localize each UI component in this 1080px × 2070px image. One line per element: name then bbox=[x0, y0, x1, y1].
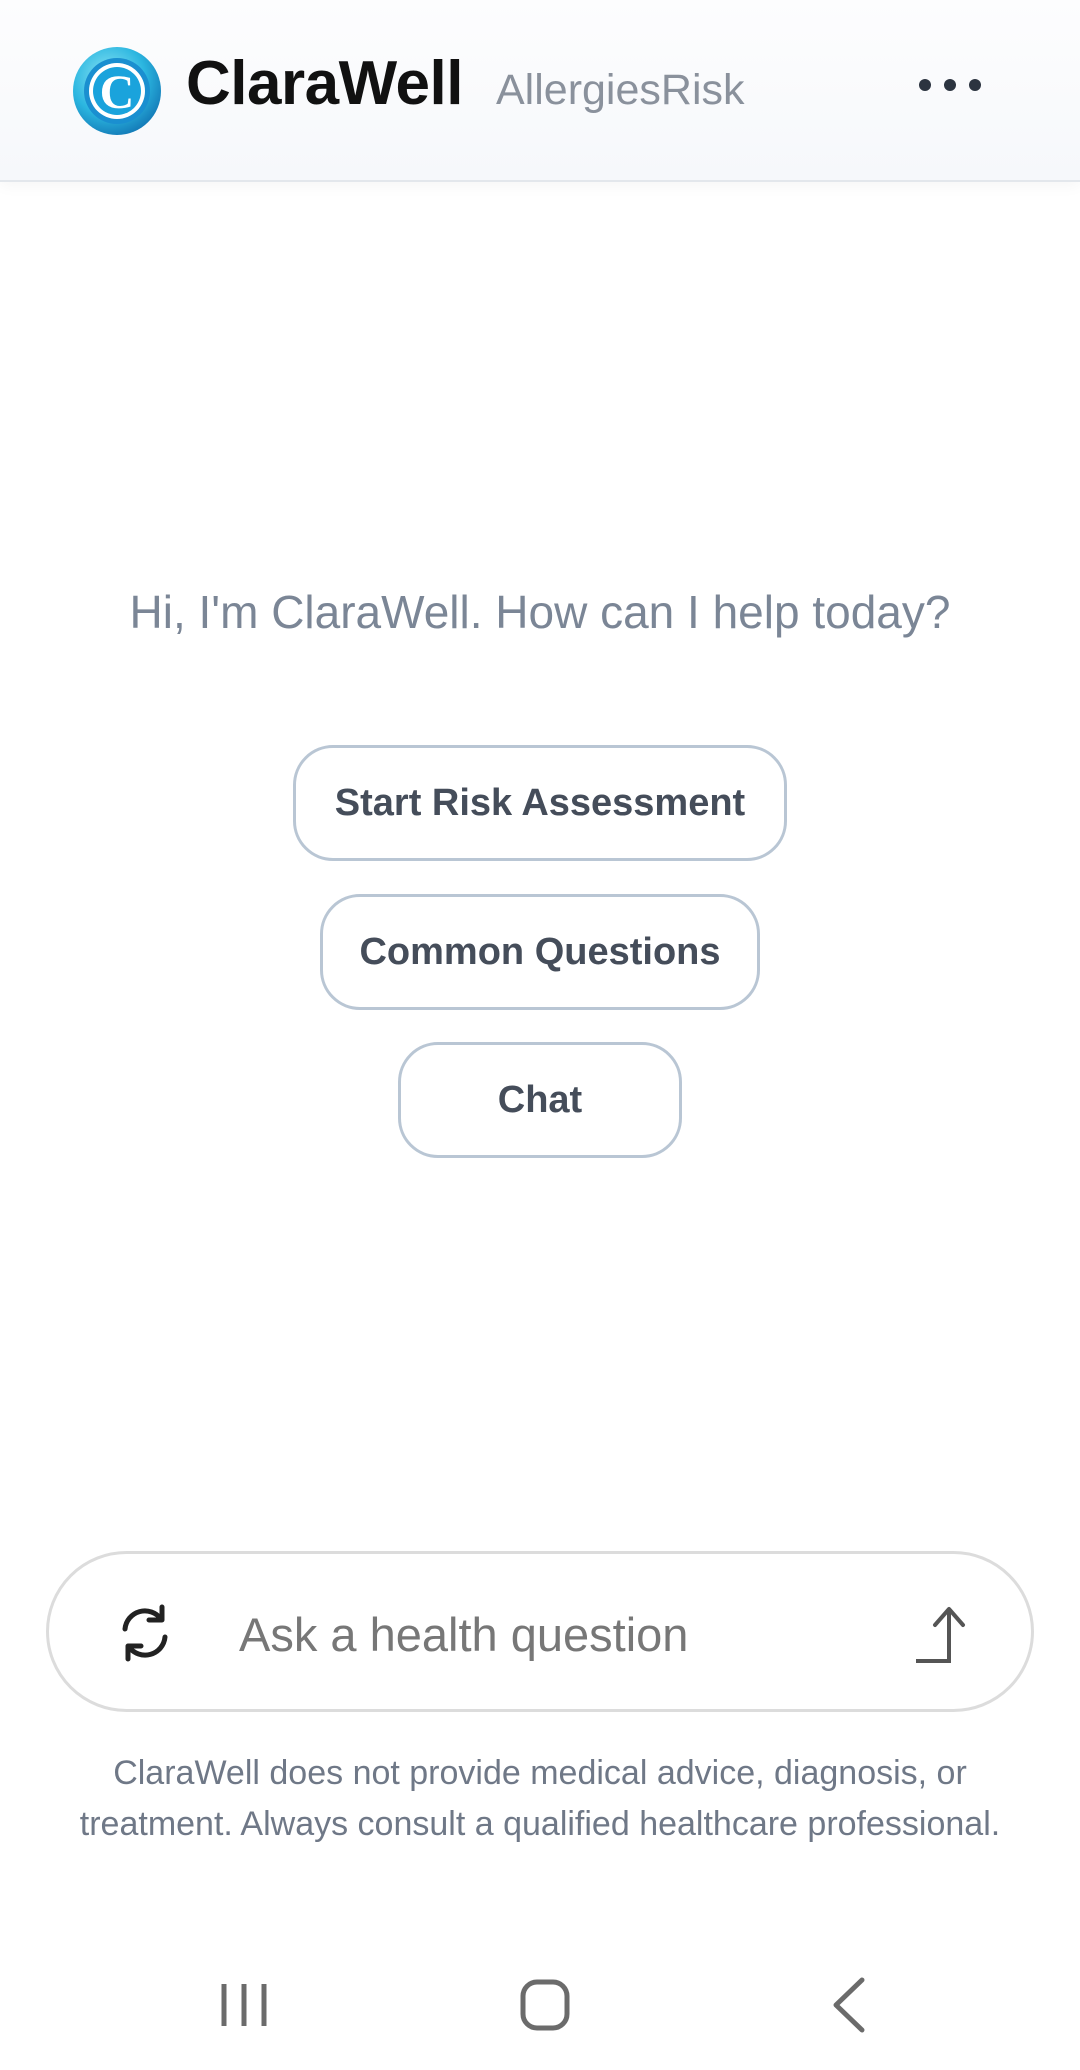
clarawell-logo-icon: C bbox=[71, 45, 163, 137]
back-icon bbox=[833, 1977, 865, 2033]
svg-text:C: C bbox=[100, 66, 135, 119]
app-screen: C ClaraWell AllergiesRisk Hi, I'm ClaraW… bbox=[0, 0, 1080, 2070]
system-navigation-bar bbox=[0, 1940, 1080, 2070]
app-header: C ClaraWell AllergiesRisk bbox=[0, 0, 1080, 182]
question-input[interactable] bbox=[239, 1584, 899, 1684]
question-composer bbox=[46, 1551, 1034, 1712]
greeting-text: Hi, I'm ClaraWell. How can I help today? bbox=[129, 586, 951, 638]
app-subtitle: AllergiesRisk bbox=[496, 66, 745, 114]
send-arrow-icon bbox=[916, 1607, 965, 1663]
start-risk-assessment-button[interactable]: Start Risk Assessment bbox=[293, 745, 787, 861]
recents-icon bbox=[221, 1984, 267, 2026]
refresh-button[interactable] bbox=[109, 1597, 181, 1669]
home-button[interactable] bbox=[495, 1970, 595, 2040]
home-icon bbox=[520, 1979, 570, 2031]
send-button[interactable] bbox=[911, 1599, 981, 1669]
recents-button[interactable] bbox=[194, 1970, 294, 2040]
refresh-icon bbox=[122, 1604, 168, 1662]
medical-disclaimer: ClaraWell does not provide medical advic… bbox=[79, 1754, 1001, 1843]
common-questions-button[interactable]: Common Questions bbox=[320, 894, 760, 1010]
back-button[interactable] bbox=[800, 1970, 900, 2040]
more-options-button[interactable] bbox=[902, 55, 998, 115]
more-horizontal-icon bbox=[919, 79, 981, 91]
app-title: ClaraWell bbox=[186, 49, 463, 118]
chat-button[interactable]: Chat bbox=[398, 1042, 682, 1158]
